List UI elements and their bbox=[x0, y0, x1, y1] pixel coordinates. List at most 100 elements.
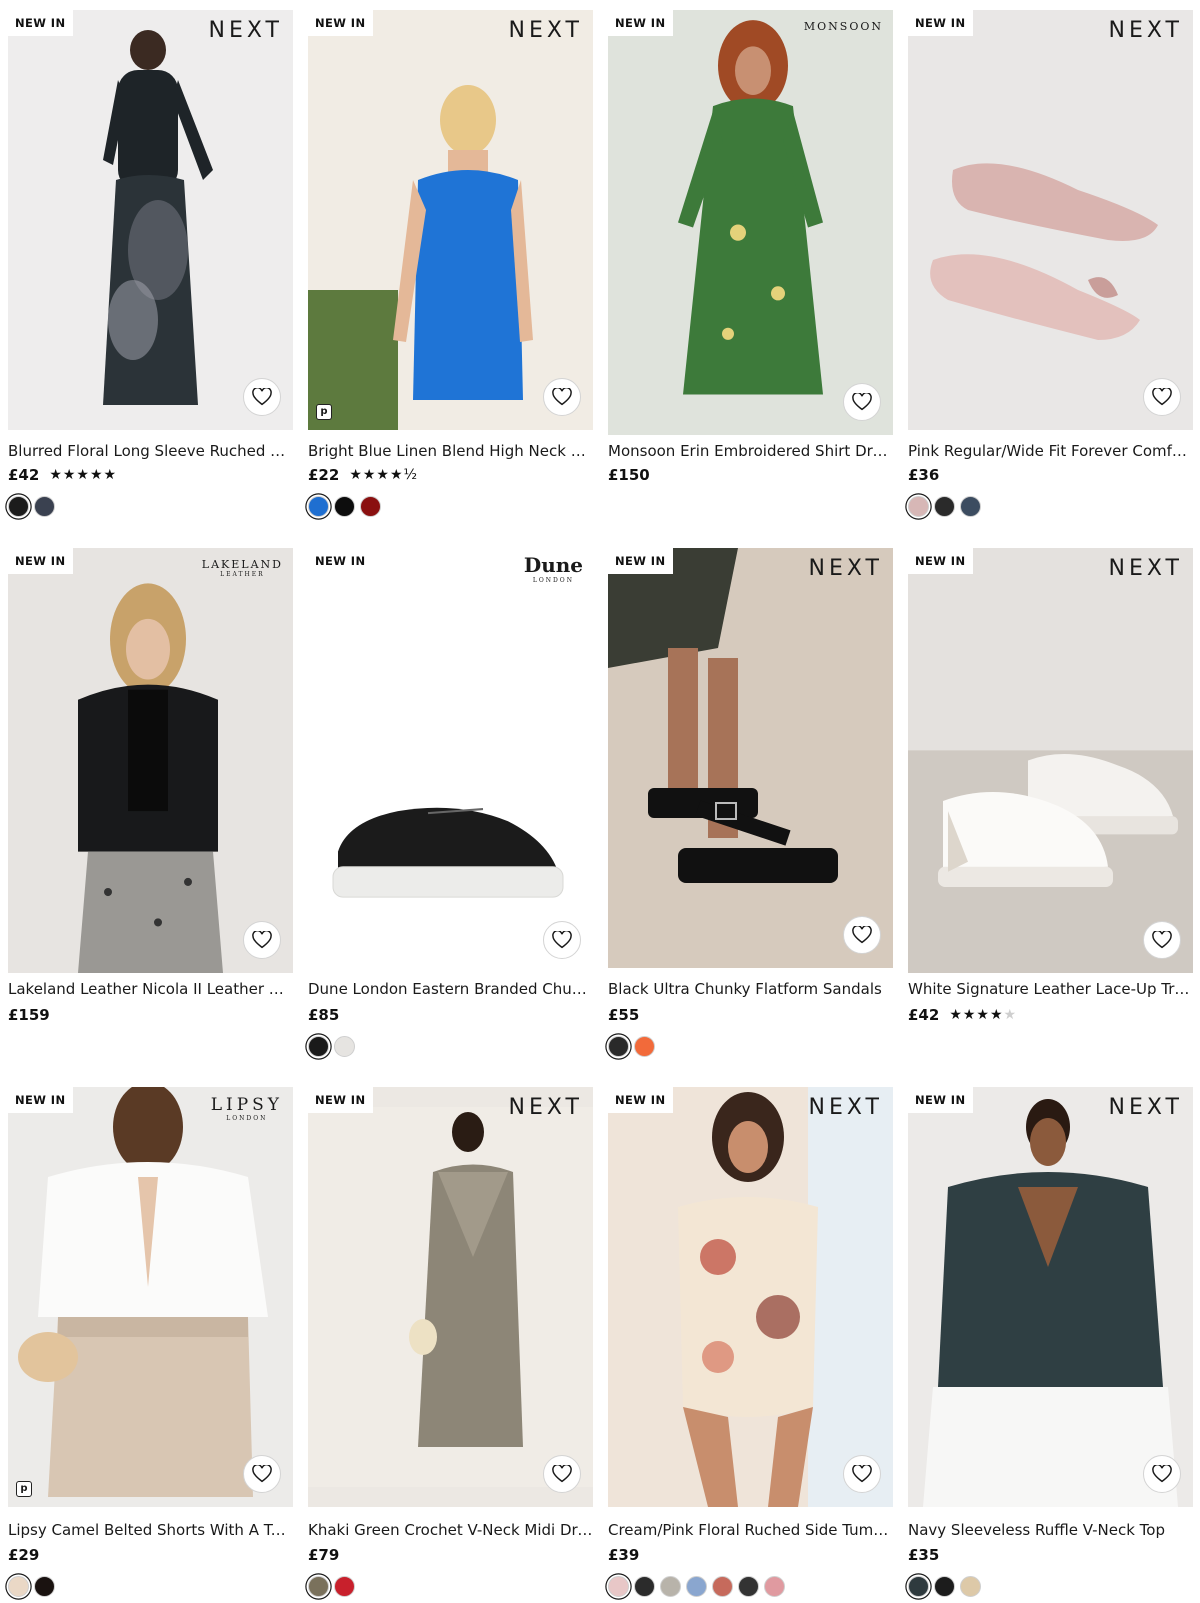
colour-swatch[interactable] bbox=[308, 496, 329, 517]
product-name[interactable]: Pink Regular/Wide Fit Forever Comfort Fl… bbox=[908, 442, 1193, 460]
colour-swatch[interactable] bbox=[34, 496, 55, 517]
colour-swatch[interactable] bbox=[634, 1576, 655, 1597]
product-photo bbox=[678, 20, 823, 395]
product-image[interactable]: NEW IN NEXT bbox=[908, 10, 1193, 430]
product-image[interactable]: NEW IN NEXT bbox=[908, 548, 1193, 973]
colour-swatch[interactable] bbox=[712, 1576, 733, 1597]
new-in-badge: NEW IN bbox=[8, 548, 74, 574]
colour-swatch[interactable] bbox=[960, 496, 981, 517]
product-price: £36 bbox=[908, 466, 940, 484]
colour-swatch[interactable] bbox=[934, 1576, 955, 1597]
product-image[interactable]: NEW IN NEXT bbox=[608, 548, 893, 968]
favourite-heart-icon[interactable] bbox=[243, 1455, 281, 1493]
product-name[interactable]: Dune London Eastern Branded Chunky Train… bbox=[308, 980, 593, 998]
product-name[interactable]: Black Ultra Chunky Flatform Sandals bbox=[608, 980, 893, 998]
product-image[interactable]: NEW IN MONSOON bbox=[608, 10, 893, 435]
favourite-heart-icon[interactable] bbox=[243, 921, 281, 959]
favourite-heart-icon[interactable] bbox=[843, 1455, 881, 1493]
colour-swatch[interactable] bbox=[764, 1576, 785, 1597]
product-photo bbox=[103, 30, 213, 405]
favourite-heart-icon[interactable] bbox=[1143, 921, 1181, 959]
product-name[interactable]: Bright Blue Linen Blend High Neck Mini D… bbox=[308, 442, 593, 460]
product-name[interactable]: Lipsy Camel Belted Shorts With A Turn Up bbox=[8, 1521, 293, 1539]
price-row: £35 bbox=[908, 1546, 939, 1564]
brand-logo: NEXT bbox=[1108, 18, 1183, 43]
product-image[interactable]: NEW IN LIPSY LONDON p bbox=[8, 1087, 293, 1507]
colour-swatches bbox=[908, 1576, 981, 1597]
product-image[interactable]: NEW IN NEXT p bbox=[308, 10, 593, 430]
colour-swatch[interactable] bbox=[686, 1576, 707, 1597]
product-name[interactable]: Khaki Green Crochet V-Neck Midi Dress bbox=[308, 1521, 593, 1539]
colour-swatch[interactable] bbox=[8, 1576, 29, 1597]
product-price: £29 bbox=[8, 1546, 40, 1564]
product-price: £39 bbox=[608, 1546, 640, 1564]
colour-swatch[interactable] bbox=[8, 496, 29, 517]
favourite-heart-icon[interactable] bbox=[543, 1455, 581, 1493]
new-in-badge: NEW IN bbox=[608, 548, 674, 574]
colour-swatch[interactable] bbox=[960, 1576, 981, 1597]
colour-swatch[interactable] bbox=[334, 496, 355, 517]
favourite-heart-icon[interactable] bbox=[843, 383, 881, 421]
product-image[interactable]: NEW IN LAKELAND LEATHER bbox=[8, 548, 293, 973]
colour-swatch[interactable] bbox=[660, 1576, 681, 1597]
colour-swatch[interactable] bbox=[634, 1036, 655, 1057]
brand-logo-sub: LEATHER bbox=[220, 571, 265, 578]
product-price: £85 bbox=[308, 1006, 340, 1024]
colour-swatch[interactable] bbox=[334, 1576, 355, 1597]
new-in-badge: NEW IN bbox=[308, 10, 374, 36]
colour-swatches bbox=[608, 1576, 785, 1597]
product-name[interactable]: Lakeland Leather Nicola II Leather Biker… bbox=[8, 980, 293, 998]
colour-swatch[interactable] bbox=[738, 1576, 759, 1597]
colour-swatch[interactable] bbox=[34, 1576, 55, 1597]
product-name[interactable]: Navy Sleeveless Ruffle V-Neck Top bbox=[908, 1521, 1193, 1539]
colour-swatch[interactable] bbox=[608, 1036, 629, 1057]
brand-logo-sub: LONDON bbox=[532, 577, 574, 584]
product-photo bbox=[308, 1107, 593, 1487]
brand-logo: NEXT bbox=[1108, 556, 1183, 581]
colour-swatches bbox=[8, 496, 55, 517]
p-icon: p bbox=[316, 404, 332, 420]
colour-swatch[interactable] bbox=[308, 1576, 329, 1597]
product-name[interactable]: White Signature Leather Lace-Up Trainers bbox=[908, 980, 1193, 998]
brand-logo: Dune LONDON bbox=[523, 553, 583, 584]
favourite-heart-icon[interactable] bbox=[543, 378, 581, 416]
colour-swatch[interactable] bbox=[308, 1036, 329, 1057]
product-price: £150 bbox=[608, 466, 650, 484]
product-image[interactable]: NEW IN NEXT bbox=[908, 1087, 1193, 1507]
new-in-badge: NEW IN bbox=[8, 1087, 74, 1113]
favourite-heart-icon[interactable] bbox=[543, 921, 581, 959]
colour-swatch[interactable] bbox=[908, 496, 929, 517]
price-row: £42 ★★★★★ bbox=[908, 1006, 1017, 1024]
product-photo bbox=[78, 583, 223, 973]
product-name[interactable]: Monsoon Erin Embroidered Shirt Dress bbox=[608, 442, 893, 460]
brand-logo: NEXT bbox=[808, 1095, 883, 1120]
brand-logo: MONSOON bbox=[803, 20, 883, 33]
product-price: £35 bbox=[908, 1546, 940, 1564]
p-icon: p bbox=[16, 1481, 32, 1497]
product-name[interactable]: Cream/Pink Floral Ruched Side Tummy Cont… bbox=[608, 1521, 893, 1539]
favourite-heart-icon[interactable] bbox=[243, 378, 281, 416]
product-price: £159 bbox=[8, 1006, 50, 1024]
brand-logo: NEXT bbox=[808, 556, 883, 581]
favourite-heart-icon[interactable] bbox=[1143, 1455, 1181, 1493]
product-image[interactable]: NEW IN NEXT bbox=[308, 1087, 593, 1507]
colour-swatches bbox=[308, 1036, 355, 1057]
colour-swatch[interactable] bbox=[334, 1036, 355, 1057]
product-image[interactable]: NEW IN NEXT bbox=[608, 1087, 893, 1507]
favourite-heart-icon[interactable] bbox=[843, 916, 881, 954]
product-image[interactable]: NEW IN Dune LONDON bbox=[308, 548, 593, 973]
colour-swatch[interactable] bbox=[908, 1576, 929, 1597]
colour-swatch[interactable] bbox=[934, 496, 955, 517]
product-image[interactable]: NEW IN NEXT bbox=[8, 10, 293, 430]
product-photo bbox=[18, 1087, 268, 1497]
colour-swatches bbox=[308, 496, 381, 517]
price-row: £79 bbox=[308, 1546, 339, 1564]
colour-swatch[interactable] bbox=[608, 1576, 629, 1597]
brand-logo: LIPSY LONDON bbox=[210, 1095, 283, 1122]
colour-swatches bbox=[908, 496, 981, 517]
favourite-heart-icon[interactable] bbox=[1143, 378, 1181, 416]
product-photo bbox=[608, 1087, 893, 1507]
colour-swatch[interactable] bbox=[360, 496, 381, 517]
product-name[interactable]: Blurred Floral Long Sleeve Ruched Mesh M… bbox=[8, 442, 293, 460]
price-row: £22 ★★★★½ bbox=[308, 466, 418, 484]
